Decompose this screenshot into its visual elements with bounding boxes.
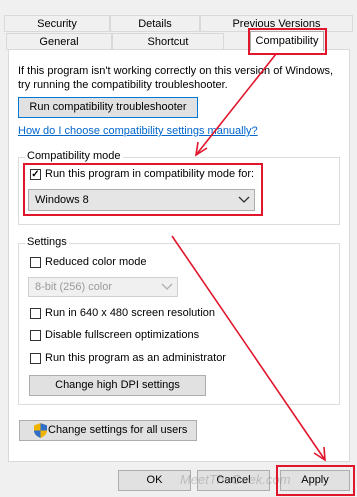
reduced-color-checkbox[interactable]	[30, 257, 41, 268]
compat-mode-checkbox[interactable]: ✓	[30, 169, 41, 180]
admin-checkbox[interactable]	[30, 353, 41, 364]
shield-icon	[34, 423, 47, 438]
fullscreen-checkbox[interactable]	[30, 330, 41, 341]
tab-general[interactable]: General	[6, 33, 112, 50]
chevron-down-icon	[238, 196, 250, 203]
tab-details[interactable]: Details	[110, 15, 200, 32]
compat-mode-checkbox-label: Run this program in compatibility mode f…	[45, 168, 255, 180]
intro-line-1: If this program isn't working correctly …	[18, 65, 334, 77]
settings-label: Settings	[25, 236, 69, 248]
compatibility-mode-label: Compatibility mode	[25, 150, 123, 162]
admin-label: Run this program as an administrator	[45, 352, 226, 364]
tab-previous-versions[interactable]: Previous Versions	[200, 15, 353, 32]
intro-line-2: try running the compatibility troublesho…	[18, 79, 228, 91]
tab-security[interactable]: Security	[4, 15, 110, 32]
chevron-down-icon	[161, 283, 173, 290]
tab-shortcut[interactable]: Shortcut	[112, 33, 224, 50]
run-troubleshooter-button[interactable]: Run compatibility troubleshooter	[18, 97, 198, 118]
color-depth-select[interactable]: 8-bit (256) color	[28, 277, 178, 297]
change-dpi-button[interactable]: Change high DPI settings	[29, 375, 206, 396]
resolution-label: Run in 640 x 480 screen resolution	[45, 307, 215, 319]
compat-os-value: Windows 8	[35, 194, 89, 206]
fullscreen-label: Disable fullscreen optimizations	[45, 329, 200, 341]
help-link[interactable]: How do I choose compatibility settings m…	[18, 125, 258, 137]
resolution-checkbox[interactable]	[30, 308, 41, 319]
compat-os-select[interactable]: Windows 8	[28, 189, 255, 211]
change-all-users-label: Change settings for all users	[48, 424, 188, 436]
change-all-users-button[interactable]: Change settings for all users	[19, 420, 197, 441]
tab-compatibility[interactable]: Compatibility	[250, 31, 324, 51]
watermark: MeetTheGeek.com	[180, 472, 291, 487]
color-depth-value: 8-bit (256) color	[35, 281, 113, 293]
reduced-color-label: Reduced color mode	[45, 256, 147, 268]
